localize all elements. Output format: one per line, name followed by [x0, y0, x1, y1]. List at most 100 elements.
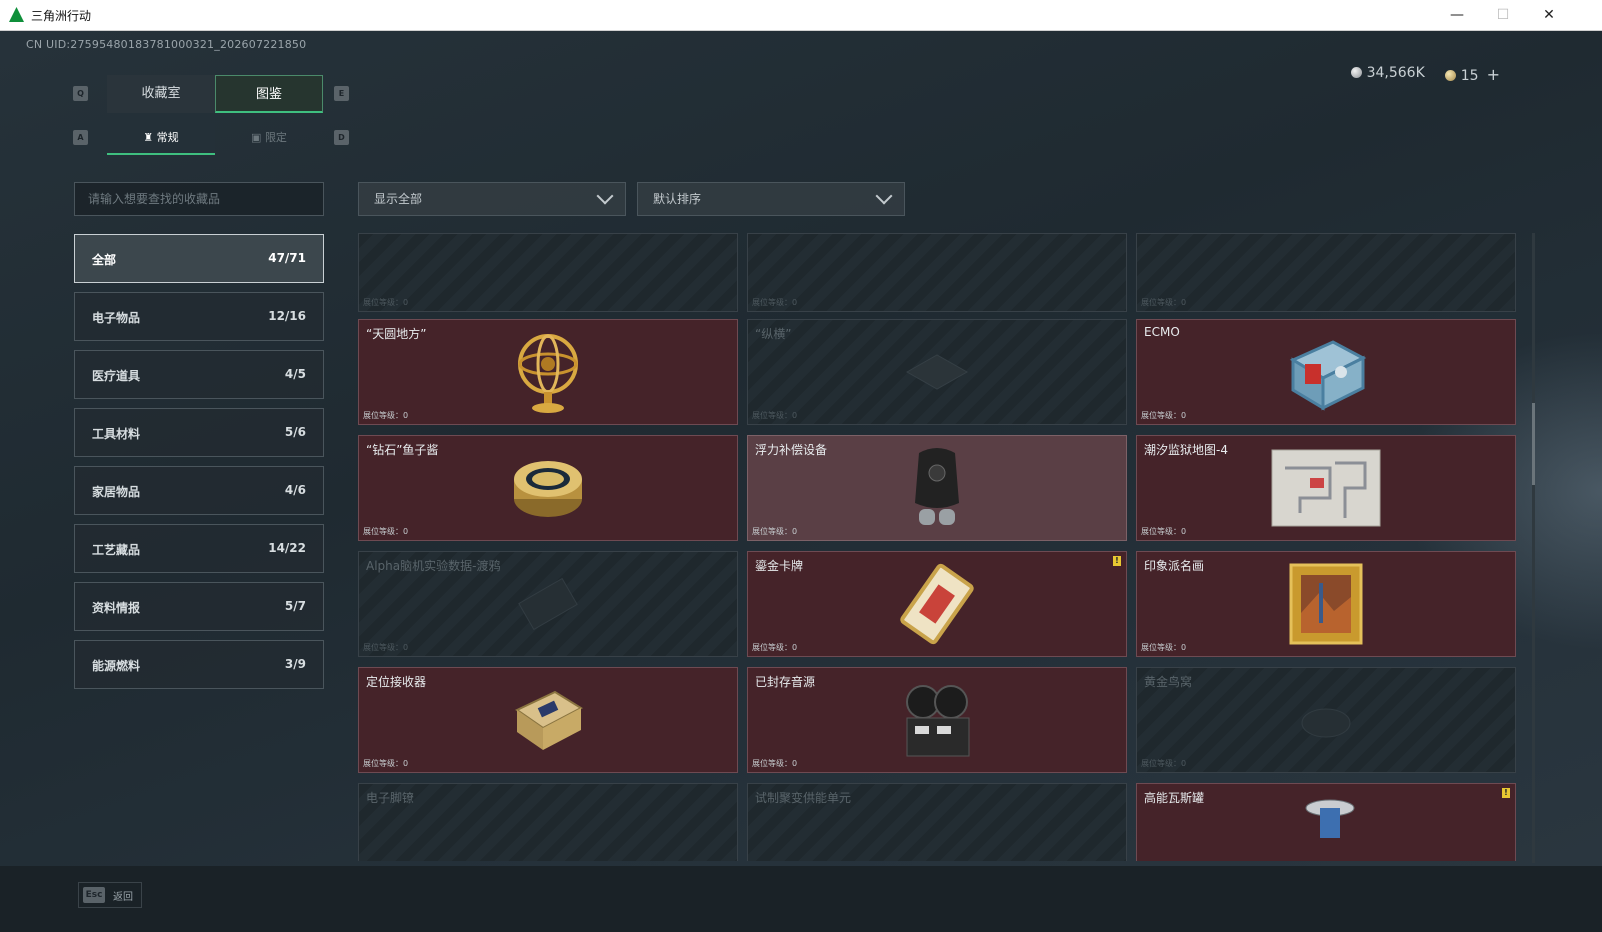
key-hint-e: E: [334, 86, 349, 101]
silver-coin-icon: [1350, 67, 1362, 78]
category-name: 工具材料: [92, 427, 141, 441]
item-card[interactable]: “钻石”鱼子酱 展位等级：0: [358, 435, 738, 541]
grid-scrollbar[interactable]: [1532, 233, 1535, 863]
card-level: 展位等级：0: [1141, 643, 1187, 652]
card-level: 展位等级：0: [363, 527, 409, 536]
item-card[interactable]: 电子脚镣: [358, 783, 738, 861]
gold-currency: 15 +: [1444, 65, 1500, 84]
category-name: 资料情报: [92, 601, 141, 615]
card-level: 展位等级：0: [363, 643, 409, 652]
caviar-tin-icon: [514, 461, 582, 517]
data-drive-icon: [518, 577, 578, 631]
category-name: 电子物品: [92, 311, 141, 325]
sort-value: 默认排序: [653, 192, 702, 206]
category-count: 4/6: [284, 483, 306, 497]
sort-dropdown[interactable]: 默认排序: [637, 182, 905, 216]
category-count: 14/22: [268, 541, 306, 555]
golden-nest-icon: [1301, 708, 1351, 738]
subtab-regular[interactable]: ♜ 常规: [107, 123, 215, 155]
chevron-down-icon: [875, 187, 893, 205]
item-card[interactable]: 潮汐监狱地图-4 展位等级：0: [1136, 435, 1516, 541]
category-medical[interactable]: 医疗道具 4/5: [74, 350, 324, 399]
new-badge-icon: !: [1113, 556, 1121, 566]
add-currency-button[interactable]: +: [1487, 65, 1500, 84]
card-name: 高能瓦斯罐: [1144, 791, 1205, 805]
app-logo-icon: [9, 7, 24, 22]
category-name: 家居物品: [92, 485, 141, 499]
category-count: 4/5: [284, 367, 306, 381]
category-count: 5/6: [284, 425, 306, 439]
card-name: 鎏金卡牌: [755, 559, 804, 573]
card-level: 展位等级：0: [752, 298, 798, 307]
back-button[interactable]: Esc 返回: [78, 882, 142, 908]
key-hint-q: Q: [73, 86, 88, 101]
item-card[interactable]: 定位接收器 展位等级：0: [358, 667, 738, 773]
search-input[interactable]: 请输入想要查找的收藏品: [74, 182, 324, 216]
card-name: 电子脚镣: [366, 791, 415, 805]
subtab-regular-label: 常规: [156, 131, 179, 144]
gold-amount: 15: [1460, 68, 1479, 84]
category-intel[interactable]: 资料情报 5/7: [74, 582, 324, 631]
item-card[interactable]: Alpha脑机实验数据-渡鸦 展位等级：0: [358, 551, 738, 657]
gilded-card-icon: [900, 563, 974, 645]
card-name: Alpha脑机实验数据-渡鸦: [366, 559, 501, 573]
filter-dropdown[interactable]: 显示全部: [358, 182, 626, 216]
item-card[interactable]: 展位等级：0: [358, 233, 738, 312]
item-card[interactable]: “天圆地方” 展位等级：0: [358, 319, 738, 425]
category-crafts[interactable]: 工艺藏品 14/22: [74, 524, 324, 573]
item-card[interactable]: 试制聚变供能单元: [747, 783, 1127, 861]
category-count: 12/16: [268, 309, 306, 323]
item-card[interactable]: 黄金鸟窝 展位等级：0: [1136, 667, 1516, 773]
card-name: 已封存音源: [755, 675, 816, 689]
new-badge-icon: !: [1502, 788, 1510, 798]
card-level: 展位等级：0: [752, 527, 798, 536]
key-hint-d: D: [334, 130, 349, 145]
tab-collection-room[interactable]: 收藏室: [107, 75, 215, 113]
maximize-button[interactable]: ☐: [1480, 0, 1526, 30]
ecmo-machine-icon: [1289, 340, 1367, 411]
card-level: 展位等级：0: [1141, 411, 1187, 420]
subtab-limited[interactable]: ▣ 限定: [215, 123, 323, 153]
scrollbar-thumb[interactable]: [1532, 403, 1535, 485]
card-name: “纵横”: [755, 327, 792, 341]
item-card[interactable]: 高能瓦斯罐 !: [1136, 783, 1516, 861]
regular-icon: ♜: [143, 131, 157, 144]
card-level: 展位等级：0: [363, 298, 409, 307]
item-card[interactable]: 印象派名画 展位等级：0: [1136, 551, 1516, 657]
card-name: 浮力补偿设备: [755, 443, 828, 457]
card-name: 潮汐监狱地图-4: [1144, 443, 1228, 457]
card-name: “钻石”鱼子酱: [366, 443, 439, 457]
window-titlebar: 三角洲行动 — ☐ ✕: [0, 0, 1602, 31]
reel-recorder-icon: [906, 685, 970, 757]
item-card[interactable]: 展位等级：0: [747, 233, 1127, 312]
tab-catalog[interactable]: 图鉴: [215, 75, 323, 113]
chessboard-icon: [905, 354, 969, 390]
category-electronics[interactable]: 电子物品 12/16: [74, 292, 324, 341]
item-card[interactable]: 展位等级：0: [1136, 233, 1516, 312]
minimize-button[interactable]: —: [1434, 0, 1480, 30]
window-title: 三角洲行动: [31, 9, 92, 23]
item-card[interactable]: ECMO 展位等级：0: [1136, 319, 1516, 425]
footer-bar: [0, 866, 1602, 932]
filter-value: 显示全部: [374, 192, 423, 206]
category-all[interactable]: 全部 47/71: [74, 234, 324, 283]
item-card[interactable]: “纵横” 展位等级：0: [747, 319, 1127, 425]
gps-receiver-icon: [515, 690, 584, 750]
silver-amount: 34,566K: [1366, 65, 1425, 81]
card-name: 定位接收器: [366, 675, 427, 689]
category-energy[interactable]: 能源燃料 3/9: [74, 640, 324, 689]
item-card[interactable]: 浮力补偿设备 展位等级：0: [747, 435, 1127, 541]
item-card[interactable]: 鎏金卡牌 ! 展位等级：0: [747, 551, 1127, 657]
category-household[interactable]: 家居物品 4/6: [74, 466, 324, 515]
category-count: 5/7: [284, 599, 306, 613]
category-name: 全部: [92, 253, 117, 267]
category-tools[interactable]: 工具材料 5/6: [74, 408, 324, 457]
card-level: 展位等级：0: [363, 411, 409, 420]
card-name: 黄金鸟窝: [1144, 675, 1193, 689]
silver-currency: 34,566K: [1350, 65, 1425, 84]
item-card[interactable]: 已封存音源 展位等级：0: [747, 667, 1127, 773]
close-button[interactable]: ✕: [1526, 0, 1572, 30]
map-sheet-icon: [1271, 449, 1381, 527]
gold-coin-icon: [1444, 70, 1456, 81]
key-hint-a: A: [73, 130, 88, 145]
